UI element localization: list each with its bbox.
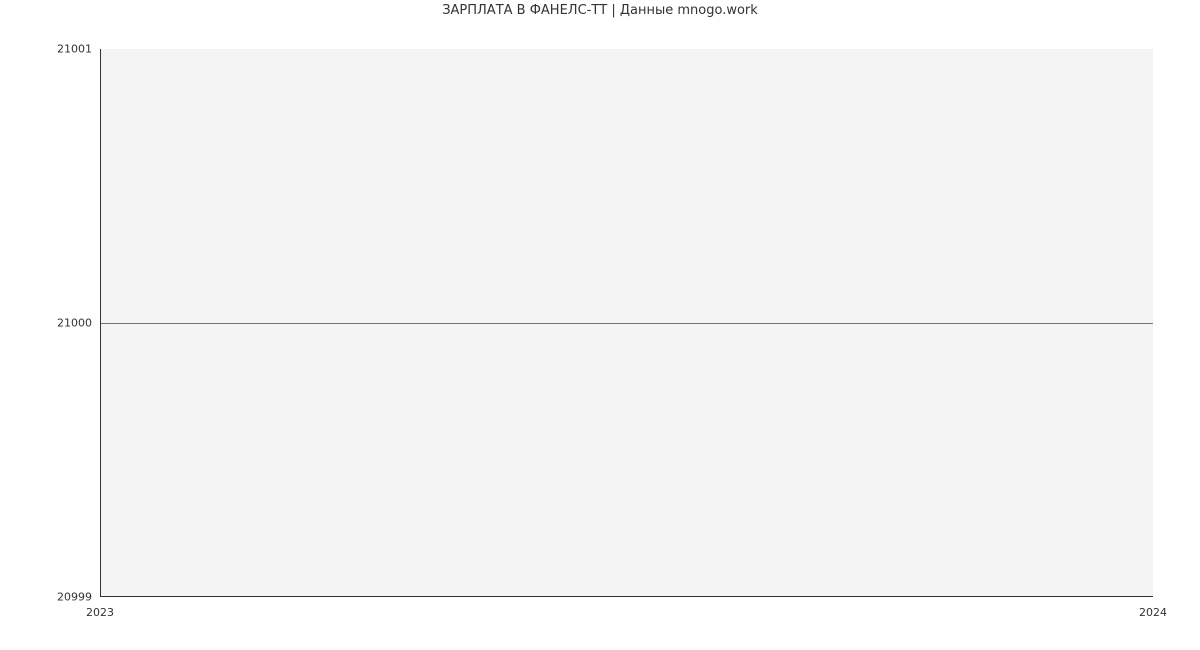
- y-tick-label: 21000: [4, 317, 92, 330]
- y-tick-label: 21001: [4, 43, 92, 56]
- y-tick-label: 20999: [4, 591, 92, 604]
- chart: ЗАРПЛАТА В ФАНЕЛС-ТТ | Данные mnogo.work…: [0, 0, 1200, 650]
- x-tick-label: 2023: [86, 606, 114, 619]
- x-tick-label: 2024: [1139, 606, 1167, 619]
- chart-title: ЗАРПЛАТА В ФАНЕЛС-ТТ | Данные mnogo.work: [0, 3, 1200, 18]
- line-series: [101, 323, 1153, 324]
- plot-area: [100, 49, 1153, 597]
